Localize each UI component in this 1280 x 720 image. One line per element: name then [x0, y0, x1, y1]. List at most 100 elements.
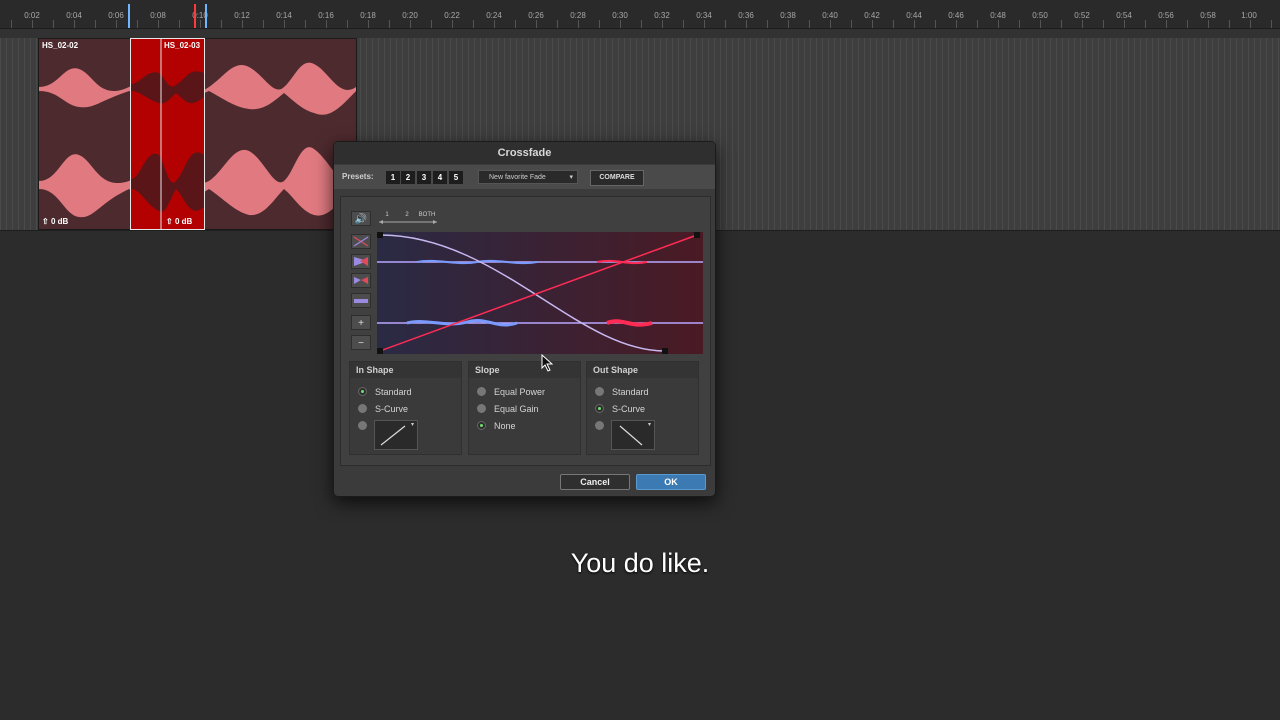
ruler-minor-tick	[935, 20, 936, 28]
ruler-minor-tick	[515, 20, 516, 28]
ruler-minor-tick	[1082, 20, 1083, 28]
chevron-down-icon: ▾	[410, 422, 414, 428]
out-shape-section: Out Shape Standard S-Curve ▾	[586, 361, 699, 455]
ruler-minor-tick	[914, 20, 915, 28]
ruler-minor-tick	[704, 20, 705, 28]
preset-button-5[interactable]: 5	[449, 171, 463, 184]
favorite-fade-select[interactable]: New favorite Fade ▾	[478, 170, 578, 184]
ruler-minor-tick	[410, 20, 411, 28]
ruler-tick: 0:26	[528, 11, 544, 20]
ruler-minor-tick	[1145, 20, 1146, 28]
crossfade-region[interactable]: HS_02-03 ⇧ 0 dB	[130, 38, 205, 230]
ruler-minor-tick	[452, 20, 453, 28]
preset-button-2[interactable]: 2	[401, 171, 415, 184]
out-shape-curve-select[interactable]: ▾	[611, 420, 655, 450]
radio-selected-icon	[595, 404, 604, 414]
ruler-minor-tick	[1124, 20, 1125, 28]
ruler-tick: 0:44	[906, 11, 922, 20]
waveform-summed-icon[interactable]	[351, 293, 371, 308]
slope-equal-power-option[interactable]: Equal Power	[477, 386, 545, 398]
radio-icon	[358, 404, 367, 414]
in-shape-s-curve-option[interactable]: S-Curve	[358, 403, 408, 415]
slope-none-option[interactable]: None	[477, 420, 516, 432]
ruler-tick: 0:50	[1032, 11, 1048, 20]
mouse-pointer-icon	[541, 354, 553, 372]
video-subtitle: You do like.	[570, 548, 710, 578]
ruler-minor-tick	[473, 20, 474, 28]
clip-2-gain[interactable]: ⇧ 0 dB	[166, 217, 192, 226]
ruler-tick: 0:32	[654, 11, 670, 20]
chevron-down-icon: ▾	[569, 174, 573, 181]
summed-view-icon	[354, 299, 368, 303]
preset-button-1[interactable]: 1	[386, 171, 400, 184]
in-shape-s-curve-label: S-Curve	[375, 404, 409, 414]
fade-in-view-icon[interactable]	[351, 254, 371, 269]
preset-button-4[interactable]: 4	[433, 171, 447, 184]
ruler-minor-tick	[662, 20, 663, 28]
chevron-down-icon: ▾	[647, 422, 651, 428]
playhead-marker[interactable]	[194, 4, 196, 28]
slope-equal-gain-option[interactable]: Equal Gain	[477, 403, 539, 415]
ruler-minor-tick	[263, 20, 264, 28]
compare-button[interactable]: COMPARE	[590, 170, 644, 186]
ruler-minor-tick	[347, 20, 348, 28]
ok-button[interactable]: OK	[636, 474, 706, 490]
ruler-minor-tick	[326, 20, 327, 28]
ruler-minor-tick	[557, 20, 558, 28]
audition-speaker-icon[interactable]: 🔊	[351, 211, 371, 226]
ruler-minor-tick	[893, 20, 894, 28]
cancel-button[interactable]: Cancel	[560, 474, 630, 490]
slope-title: Slope	[469, 362, 580, 378]
selection-end-marker[interactable]	[205, 4, 207, 28]
clip-1-name: HS_02-02	[42, 41, 79, 50]
ruler-minor-tick	[599, 20, 600, 28]
ruler-tick: 0:14	[276, 11, 292, 20]
waveform-overlay-icon[interactable]	[351, 273, 371, 288]
ruler-tick: 0:42	[864, 11, 880, 20]
ruler-minor-tick	[494, 20, 495, 28]
ruler-tick: 0:16	[318, 11, 334, 20]
favorite-fade-value: New favorite Fade	[489, 174, 546, 181]
out-shape-custom-option[interactable]	[595, 420, 612, 432]
ruler-minor-tick	[1271, 20, 1272, 28]
crossfade-x-icon	[353, 236, 369, 247]
ruler-minor-tick	[1040, 20, 1041, 28]
in-shape-curve-select[interactable]: ▾	[374, 420, 418, 450]
clip-1-gain[interactable]: ⇧ 0 dB	[42, 217, 68, 226]
crossfade-view-icon[interactable]	[351, 234, 371, 249]
ruler-minor-tick	[536, 20, 537, 28]
ruler-tick: 0:46	[948, 11, 964, 20]
in-shape-custom-option[interactable]	[358, 420, 375, 432]
ruler-tick: 0:24	[486, 11, 502, 20]
zoom-in-button[interactable]: +	[351, 315, 371, 330]
timeline-ruler[interactable]: 0:02 0:04 0:06 0:08 0:10 0:12 0:14 0:16 …	[0, 0, 1280, 29]
radio-icon	[477, 387, 486, 397]
ruler-minor-tick	[11, 20, 12, 28]
in-shape-standard-option[interactable]: Standard	[358, 386, 412, 398]
ruler-minor-tick	[725, 20, 726, 28]
ruler-minor-tick	[53, 20, 54, 28]
radio-icon	[595, 387, 604, 397]
ruler-minor-tick	[851, 20, 852, 28]
ruler-minor-tick	[158, 20, 159, 28]
slope-section: Slope Equal Power Equal Gain None	[468, 361, 581, 455]
ruler-tick: 1:00	[1241, 11, 1257, 20]
ruler-tick: 0:18	[360, 11, 376, 20]
out-shape-standard-option[interactable]: Standard	[595, 386, 649, 398]
ruler-minor-tick	[284, 20, 285, 28]
ruler-minor-tick	[788, 20, 789, 28]
out-shape-s-curve-option[interactable]: S-Curve	[595, 403, 645, 415]
ruler-minor-tick	[368, 20, 369, 28]
ruler-minor-tick	[1208, 20, 1209, 28]
ruler-tick: 0:30	[612, 11, 628, 20]
clip-1-gain-value: 0 dB	[50, 217, 69, 226]
ruler-tick: 0:38	[780, 11, 796, 20]
out-shape-standard-label: Standard	[612, 387, 649, 397]
selection-start-marker[interactable]	[128, 4, 130, 28]
zoom-out-button[interactable]: −	[351, 335, 371, 350]
ruler-minor-tick	[431, 20, 432, 28]
preset-button-3[interactable]: 3	[417, 171, 431, 184]
ruler-minor-tick	[389, 20, 390, 28]
link-buttons-group: 1 2 BOTH	[377, 210, 441, 227]
crossfade-graph[interactable]	[377, 232, 703, 354]
